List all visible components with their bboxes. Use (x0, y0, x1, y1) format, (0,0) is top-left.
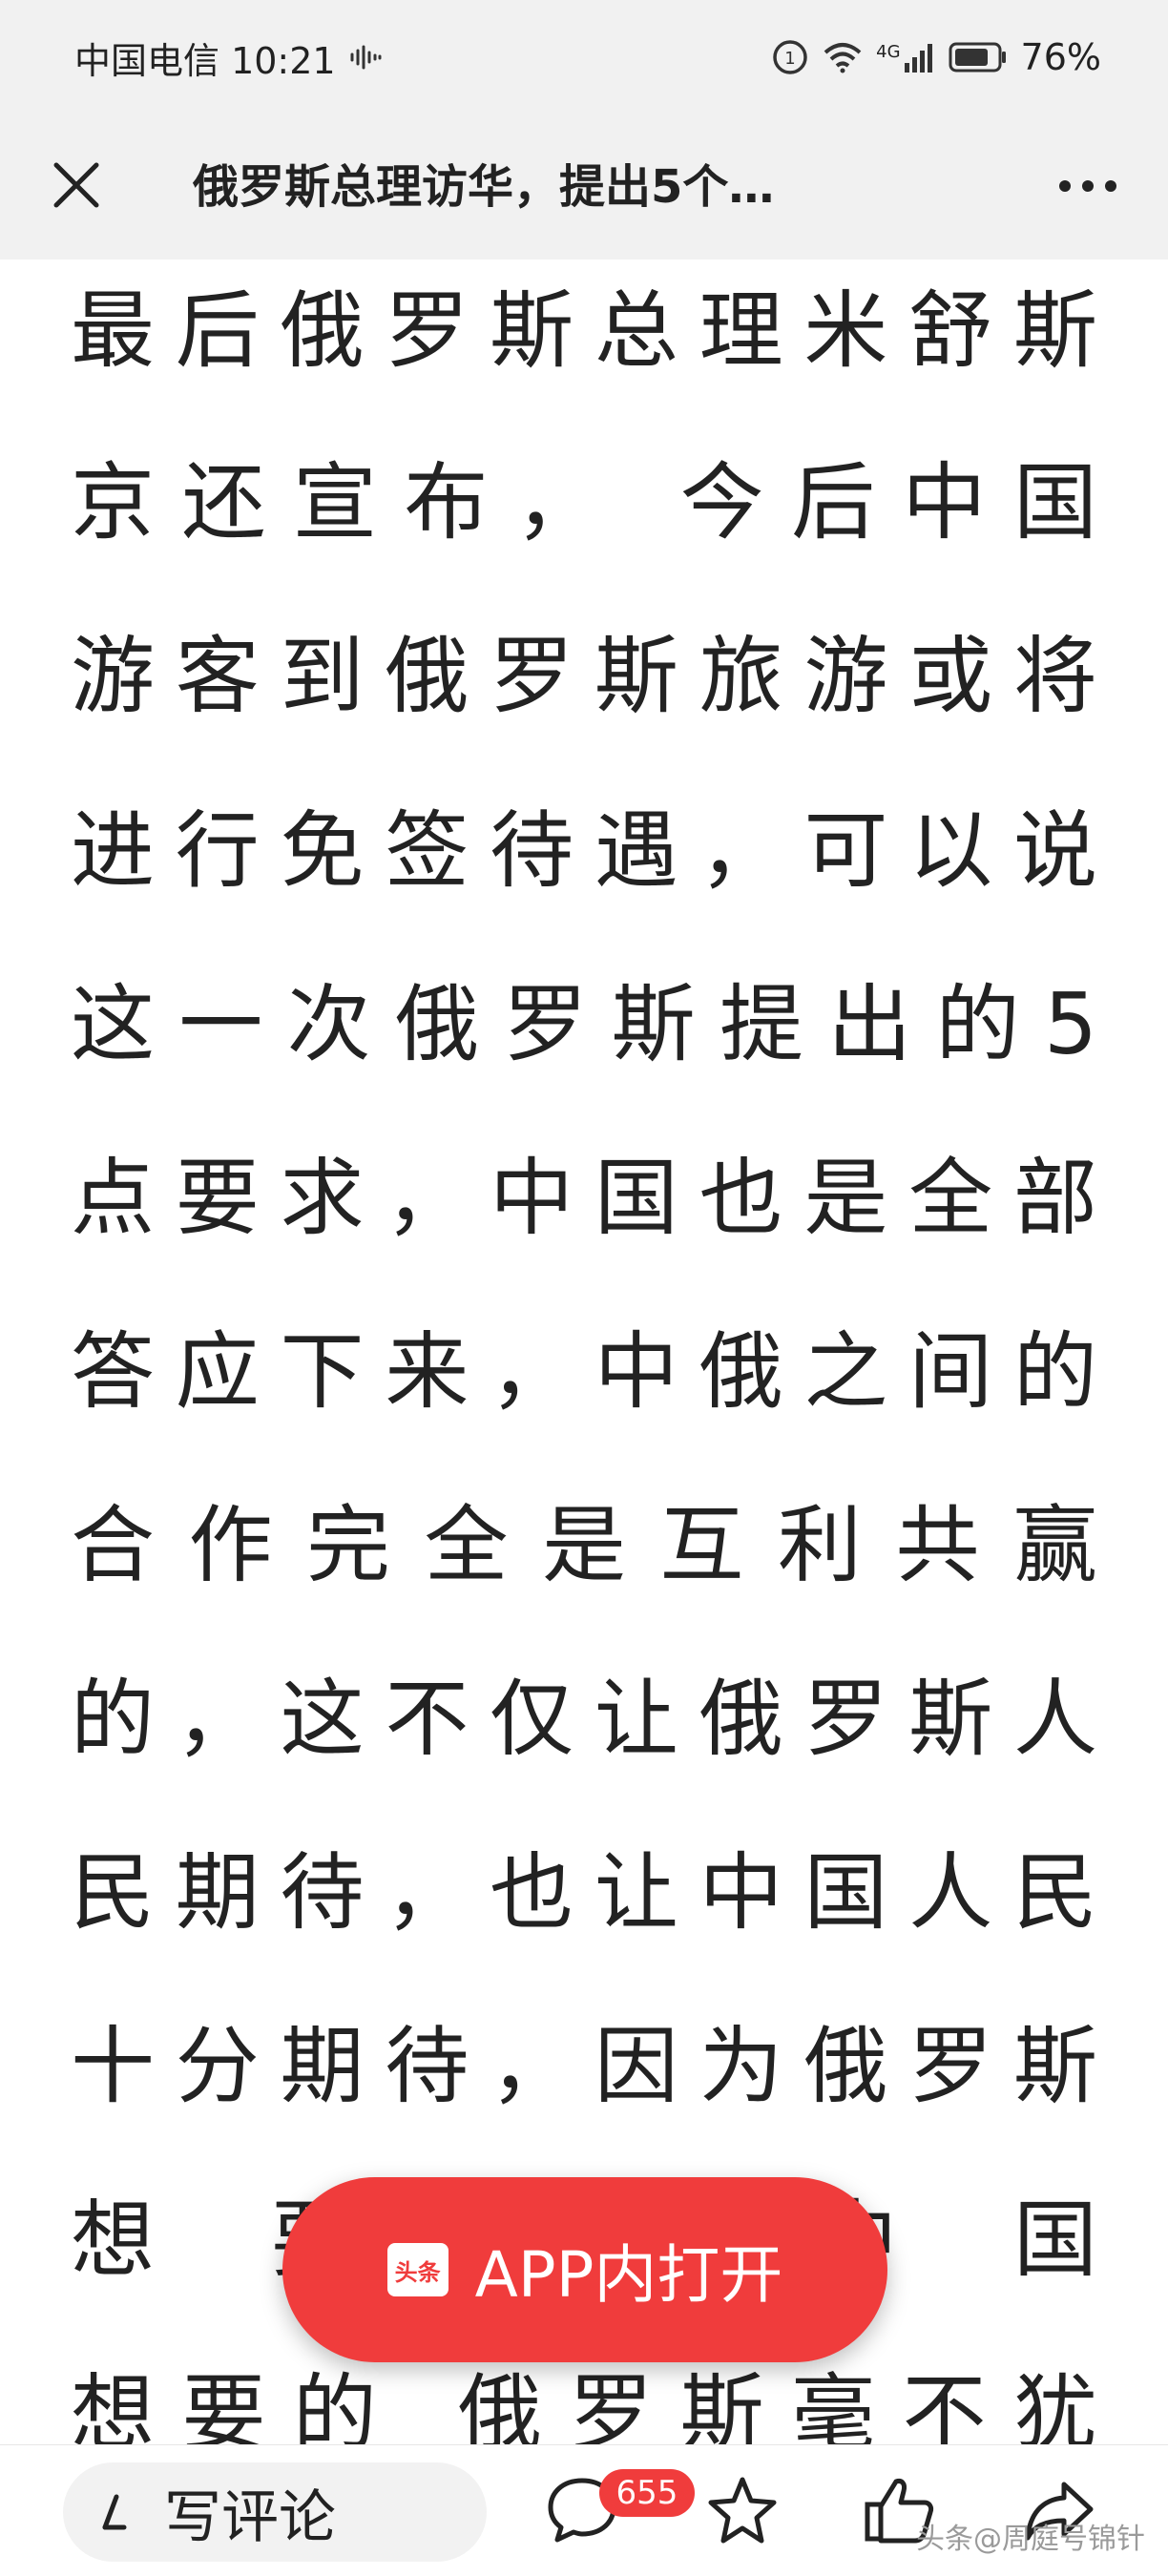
close-icon (51, 159, 102, 215)
close-button[interactable] (36, 147, 116, 227)
article-line: 进行免签待遇，可以说 (71, 801, 1097, 900)
watermark: 头条@周庭号锦针 (916, 2523, 1145, 2556)
article-line: 的，这不仅让俄罗斯人 (71, 1670, 1097, 1768)
toutiao-logo-icon: 头条 (386, 2243, 448, 2296)
comment-placeholder: 写评论 (164, 2483, 336, 2551)
more-icon (1058, 178, 1117, 197)
battery-percent: 76% (1020, 36, 1101, 78)
article-line: 合作完全是互利共赢 (71, 1496, 1097, 1594)
comment-input[interactable]: 写评论 (63, 2462, 487, 2562)
comment-count-badge: 655 (599, 2469, 695, 2517)
carrier-time: 中国电信 10:21 (74, 39, 336, 82)
open-in-app-button[interactable]: 头条 APP内打开 (282, 2177, 887, 2362)
article-body: 最后俄罗斯总理米舒斯 京还宣布， 今后中国 游客到俄罗斯旅游或将 进行免签待遇，… (0, 260, 1168, 2444)
article-line: 点要求，中国也是全部 (71, 1149, 1097, 1247)
more-button[interactable] (1048, 147, 1128, 227)
page-title: 俄罗斯总理访华，提出5个… (193, 160, 775, 214)
article-line: 答应下来，中俄之间的 (71, 1322, 1097, 1421)
status-left: 中国电信 10:21 (74, 34, 382, 82)
network-type: 4G (876, 42, 901, 62)
article-line: 这一次俄罗斯提出的5 (71, 975, 1097, 1073)
status-bar: 中国电信 10:21 1 4G 76% (0, 0, 1168, 114)
battery-icon (949, 42, 1008, 73)
favorite-button[interactable] (700, 2470, 784, 2554)
pen-icon (99, 2489, 137, 2535)
svg-text:1: 1 (784, 49, 795, 69)
open-in-app-label: APP内打开 (474, 2238, 783, 2312)
data-saver-icon: 1 (771, 38, 809, 76)
star-icon (705, 2474, 780, 2550)
article-line: 最后俄罗斯总理米舒斯 (71, 281, 1097, 380)
title-bar: 俄罗斯总理访华，提出5个… (0, 114, 1168, 260)
article-line: 十分期待，因为俄罗斯 (71, 2017, 1097, 2115)
signal-icon: 4G (876, 42, 934, 73)
article-line: 民期待，也让中国人民 (71, 1843, 1097, 1942)
article-line: 京还宣布， 今后中国 (71, 453, 1097, 551)
status-right: 1 4G 76% (771, 34, 1101, 80)
article-line: 游客到俄罗斯旅游或将 (71, 627, 1097, 725)
wifi-icon (823, 41, 863, 73)
waveform-icon (349, 45, 382, 70)
